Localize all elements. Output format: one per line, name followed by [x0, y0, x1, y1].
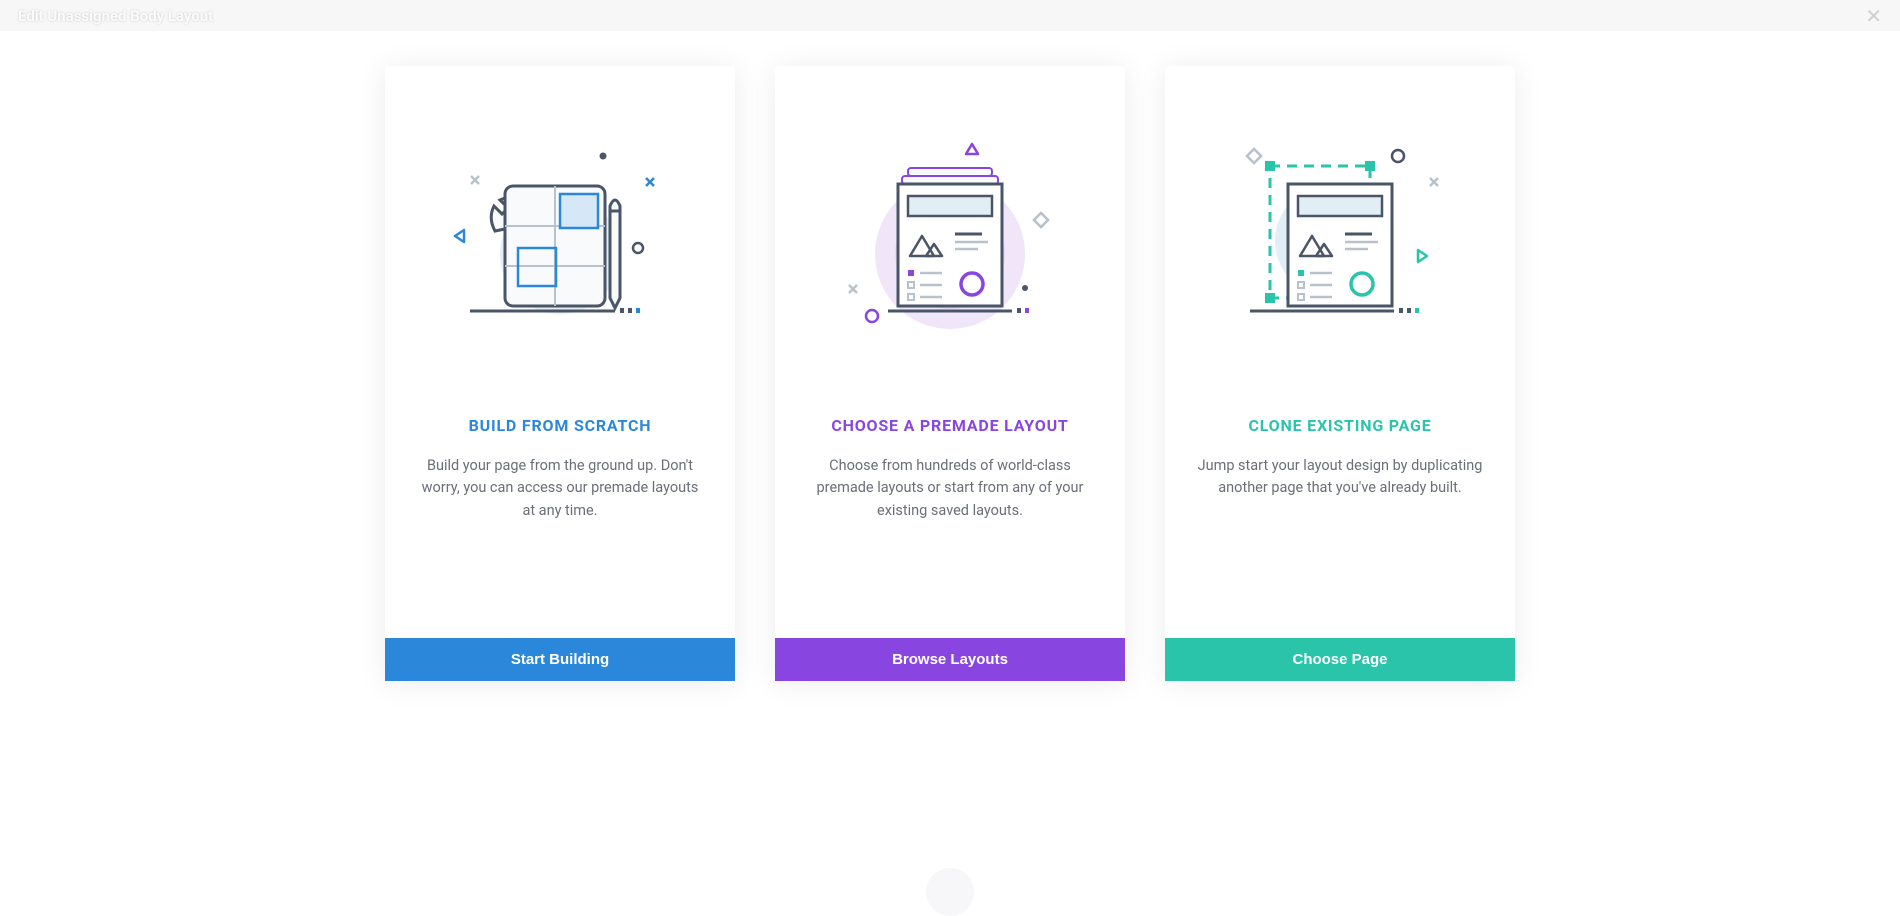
browse-layouts-button[interactable]: Browse Layouts: [775, 638, 1125, 681]
card-heading: CLONE EXISTING PAGE: [1195, 416, 1485, 435]
card-heading: BUILD FROM SCRATCH: [415, 416, 705, 435]
close-icon[interactable]: ✕: [1865, 4, 1882, 28]
card-description: Jump start your layout design by duplica…: [1195, 455, 1485, 500]
modal-title: Edit Unassigned Body Layout: [18, 7, 213, 25]
bottom-handle-icon[interactable]: [926, 868, 974, 916]
card-content: CHOOSE A PREMADE LAYOUT Choose from hund…: [775, 416, 1125, 638]
card-premade-layout: CHOOSE A PREMADE LAYOUT Choose from hund…: [775, 66, 1125, 681]
premade-layout-illustration: [775, 66, 1125, 416]
modal-header: Edit Unassigned Body Layout ✕: [0, 0, 1900, 31]
choose-page-button[interactable]: Choose Page: [1165, 638, 1515, 681]
card-description: Build your page from the ground up. Don'…: [415, 455, 705, 522]
card-clone-page: CLONE EXISTING PAGE Jump start your layo…: [1165, 66, 1515, 681]
card-content: CLONE EXISTING PAGE Jump start your layo…: [1165, 416, 1515, 638]
card-description: Choose from hundreds of world-class prem…: [805, 455, 1095, 522]
build-from-scratch-illustration: [385, 66, 735, 416]
clone-page-illustration: [1165, 66, 1515, 416]
card-heading: CHOOSE A PREMADE LAYOUT: [805, 416, 1095, 435]
card-build-from-scratch: BUILD FROM SCRATCH Build your page from …: [385, 66, 735, 681]
card-content: BUILD FROM SCRATCH Build your page from …: [385, 416, 735, 638]
cards-container: BUILD FROM SCRATCH Build your page from …: [0, 31, 1900, 681]
start-building-button[interactable]: Start Building: [385, 638, 735, 681]
